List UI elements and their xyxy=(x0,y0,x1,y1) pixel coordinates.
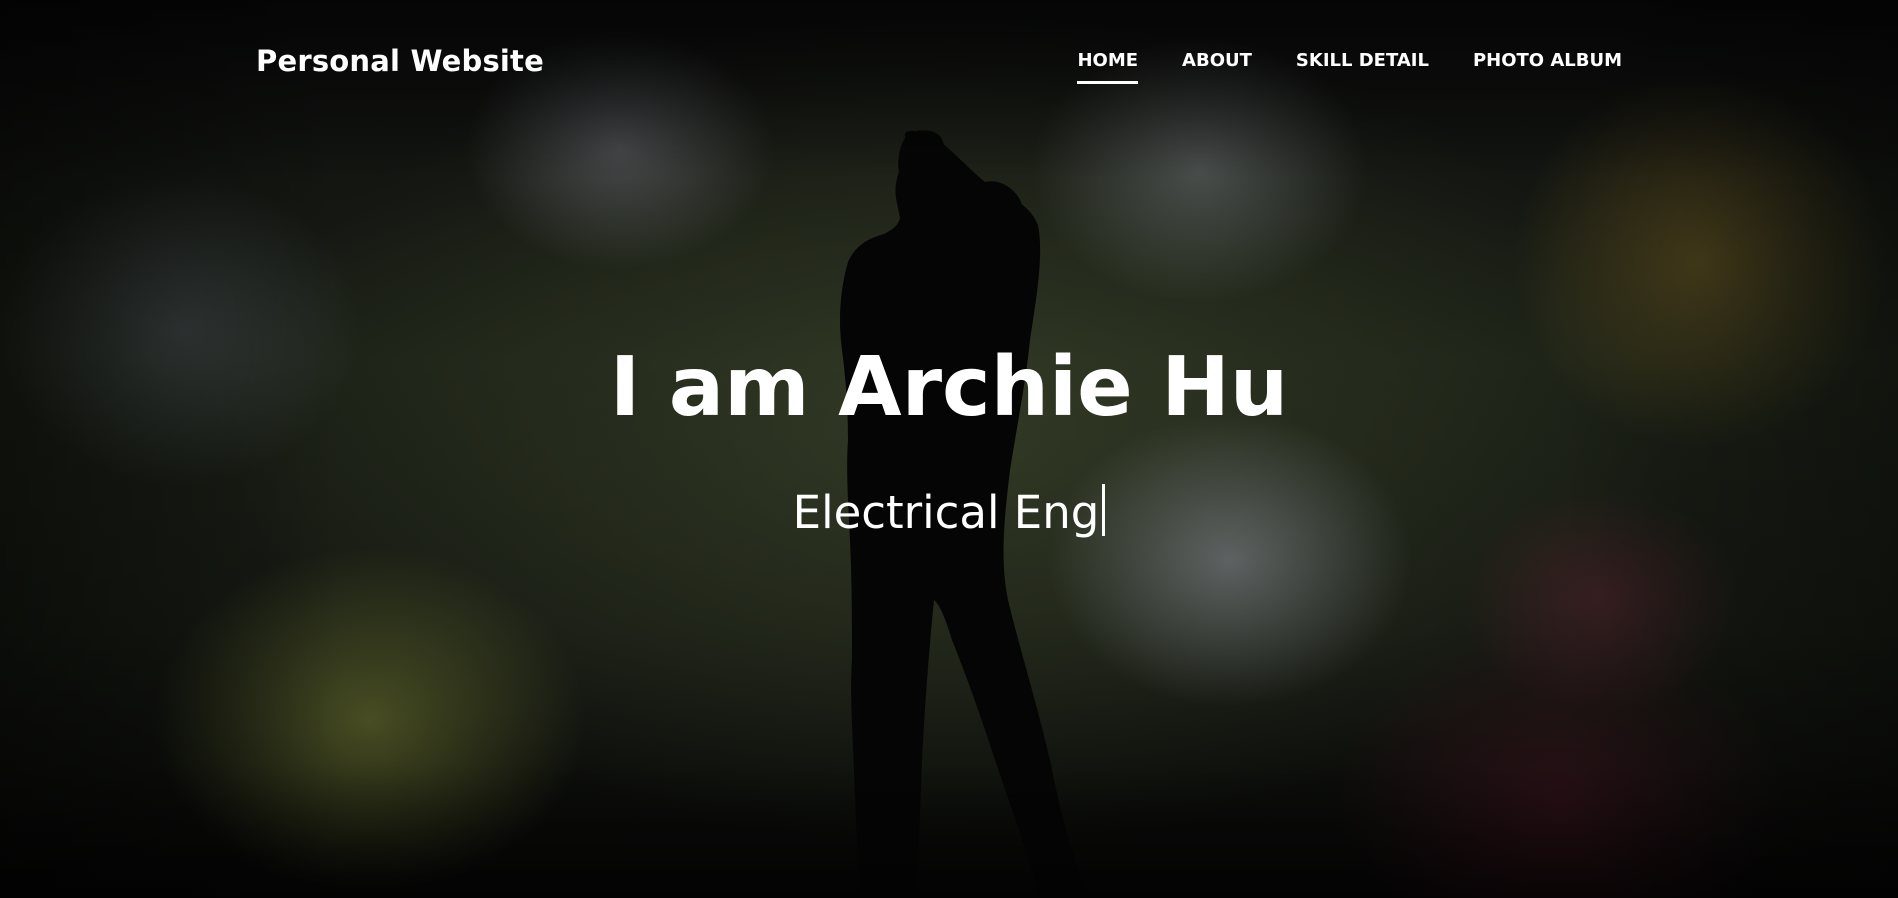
hero-section: Personal Website HOME ABOUT SKILL DETAIL… xyxy=(0,0,1898,898)
main-nav: HOME ABOUT SKILL DETAIL PHOTO ALBUM xyxy=(1077,50,1622,84)
nav-item-photo-album: PHOTO ALBUM xyxy=(1473,50,1622,84)
background-overlay xyxy=(0,0,1898,898)
person-silhouette-image xyxy=(840,130,1090,898)
top-navbar: Personal Website HOME ABOUT SKILL DETAIL… xyxy=(0,0,1898,120)
hero-subtitle: Electrical Eng xyxy=(0,484,1898,539)
nav-link-photo-album[interactable]: PHOTO ALBUM xyxy=(1473,50,1622,84)
nav-link-skill-detail[interactable]: SKILL DETAIL xyxy=(1296,50,1429,84)
typing-cursor xyxy=(1102,484,1106,536)
nav-item-skill-detail: SKILL DETAIL xyxy=(1296,50,1429,84)
site-brand-link[interactable]: Personal Website xyxy=(256,44,544,78)
nav-link-home[interactable]: HOME xyxy=(1077,50,1139,84)
nav-item-about: ABOUT xyxy=(1182,50,1252,84)
nav-item-home: HOME xyxy=(1077,50,1139,84)
typed-text: Electrical Eng xyxy=(792,486,1100,539)
nav-link-about[interactable]: ABOUT xyxy=(1182,50,1252,84)
hero-title: I am Archie Hu xyxy=(609,340,1289,435)
